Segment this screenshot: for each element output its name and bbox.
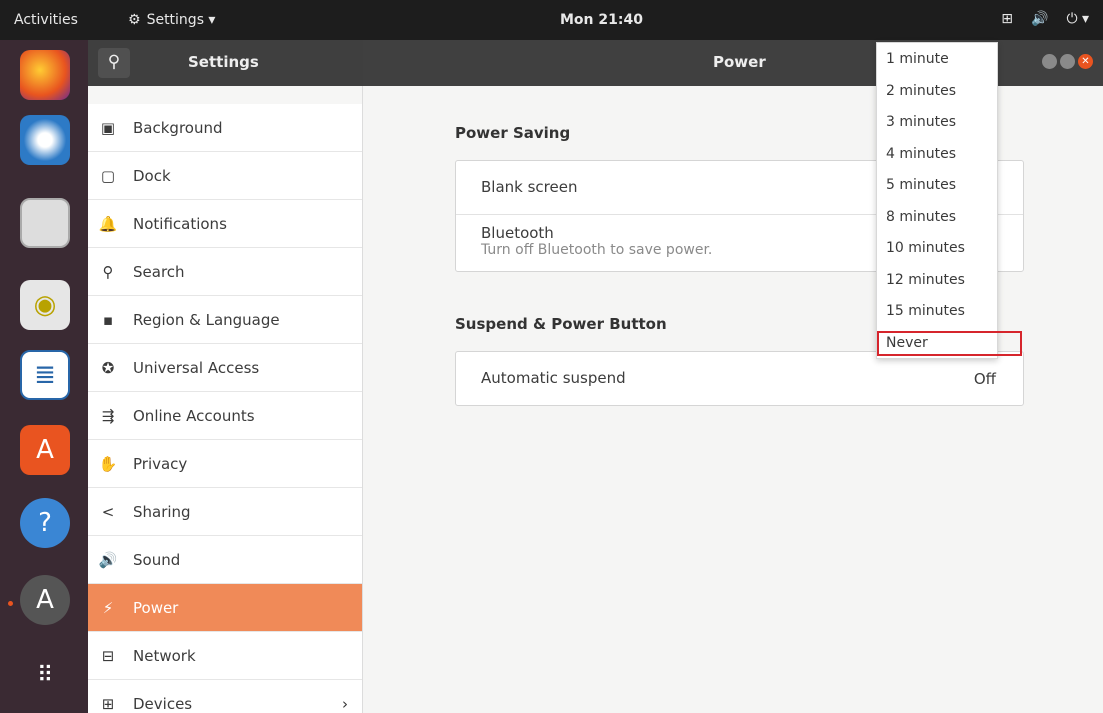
sidebar-item-privacy[interactable]: ✋ Privacy xyxy=(88,440,362,488)
show-apps-icon[interactable]: ⠿ xyxy=(20,650,70,700)
devices-icon: ⊞ xyxy=(101,694,115,713)
sidebar-item-label: Devices xyxy=(133,694,193,713)
suspend-heading: Suspend & Power Button xyxy=(455,315,667,333)
writer-icon[interactable]: ≣ xyxy=(20,350,70,400)
maximize-button[interactable] xyxy=(1060,54,1075,69)
background-icon: ▣ xyxy=(100,118,116,137)
search-icon: ⚲ xyxy=(102,262,114,281)
sidebar-item-region-language[interactable]: ▪ Region & Language xyxy=(88,296,362,344)
network-icon: ⊟ xyxy=(101,646,115,665)
option-3-minutes[interactable]: 3 minutes xyxy=(886,114,956,130)
sidebar-item-background[interactable]: ▣ Background xyxy=(88,104,362,152)
files-icon[interactable] xyxy=(20,198,70,248)
option-2-minutes[interactable]: 2 minutes xyxy=(886,83,956,99)
dock-icon: ▢ xyxy=(100,166,116,185)
minimize-button[interactable] xyxy=(1042,54,1057,69)
power-icon: ⚡ xyxy=(102,598,114,617)
window-controls: ✕ xyxy=(1042,54,1093,69)
sidebar-item-label: Notifications xyxy=(133,214,227,233)
search-icon: ⚲ xyxy=(107,52,121,72)
clock[interactable]: Mon 21:40 xyxy=(560,12,643,28)
automatic-suspend-label: Automatic suspend xyxy=(481,369,626,387)
software-center-icon[interactable]: A xyxy=(20,425,70,475)
universal-access-icon: ✪ xyxy=(101,358,115,377)
panel-title: Power xyxy=(713,53,766,71)
sidebar-item-label: Universal Access xyxy=(133,358,260,377)
never-option-highlight xyxy=(877,331,1022,356)
option-1-minute[interactable]: 1 minute xyxy=(886,51,949,67)
chevron-right-icon: › xyxy=(342,694,348,713)
camera-icon: ▪ xyxy=(102,310,114,329)
volume-icon: 🔊 xyxy=(1031,11,1049,27)
help-icon[interactable]: ? xyxy=(20,498,70,548)
blank-screen-label: Blank screen xyxy=(481,178,578,196)
sidebar-item-label: Search xyxy=(133,262,185,281)
bell-icon: 🔔 xyxy=(98,214,118,233)
app-menu-label: Settings ▾ xyxy=(146,12,216,28)
sidebar-item-devices[interactable]: ⊞ Devices › xyxy=(88,680,362,713)
sidebar-item-dock[interactable]: ▢ Dock xyxy=(88,152,362,200)
sidebar-item-label: Region & Language xyxy=(133,310,280,329)
thunderbird-icon[interactable] xyxy=(20,115,70,165)
rhythmbox-icon[interactable]: ◉ xyxy=(20,280,70,330)
system-tray[interactable]: ⊞ 🔊 ⏻ ▾ xyxy=(1001,11,1089,27)
sidebar-item-sharing[interactable]: < Sharing xyxy=(88,488,362,536)
speaker-icon: 🔊 xyxy=(98,550,118,569)
power-saving-heading: Power Saving xyxy=(455,124,571,142)
network-status-icon: ⊞ xyxy=(1001,11,1013,27)
sidebar-item-label: Power xyxy=(133,598,179,617)
settings-headerbar: ⚲ Settings xyxy=(88,40,363,86)
dock: ◉ ≣ A ? A ⠿ xyxy=(0,40,88,713)
sidebar-item-search[interactable]: ⚲ Search xyxy=(88,248,362,296)
option-12-minutes[interactable]: 12 minutes xyxy=(886,272,965,288)
activities-button[interactable]: Activities xyxy=(14,12,78,28)
option-10-minutes[interactable]: 10 minutes xyxy=(886,240,965,256)
sidebar-item-label: Background xyxy=(133,118,223,137)
sidebar-item-label: Privacy xyxy=(133,454,188,473)
online-accounts-icon: ⇶ xyxy=(101,406,115,425)
top-bar: Activities ⚙ Settings ▾ Mon 21:40 ⊞ 🔊 ⏻ … xyxy=(0,0,1103,40)
sidebar-item-network[interactable]: ⊟ Network xyxy=(88,632,362,680)
share-icon: < xyxy=(101,502,115,521)
sidebar-item-power[interactable]: ⚡ Power xyxy=(88,584,362,632)
updater-icon[interactable]: A xyxy=(20,575,70,625)
hand-icon: ✋ xyxy=(98,454,118,473)
automatic-suspend-value: Off xyxy=(973,370,996,388)
sidebar-item-label: Dock xyxy=(133,166,171,185)
suspend-frame: Automatic suspend Off xyxy=(455,351,1024,406)
sidebar-item-label: Sound xyxy=(133,550,181,569)
search-button[interactable]: ⚲ xyxy=(98,48,130,78)
option-4-minutes[interactable]: 4 minutes xyxy=(886,146,956,162)
sidebar-item-notifications[interactable]: 🔔 Notifications xyxy=(88,200,362,248)
close-button[interactable]: ✕ xyxy=(1078,54,1093,69)
option-15-minutes[interactable]: 15 minutes xyxy=(886,303,965,319)
sidebar-item-online-accounts[interactable]: ⇶ Online Accounts xyxy=(88,392,362,440)
automatic-suspend-row[interactable]: Automatic suspend Off xyxy=(456,352,1023,405)
sidebar-item-sound[interactable]: 🔊 Sound xyxy=(88,536,362,584)
sidebar-item-universal-access[interactable]: ✪ Universal Access xyxy=(88,344,362,392)
blank-screen-dropdown: 1 minute 2 minutes 3 minutes 4 minutes 5… xyxy=(876,42,998,359)
running-indicator xyxy=(8,601,13,606)
settings-title: Settings xyxy=(188,53,259,71)
sidebar-item-label: Online Accounts xyxy=(133,406,255,425)
settings-sidebar: ▣ Background ▢ Dock 🔔 Notifications ⚲ Se… xyxy=(88,86,363,713)
sidebar-item-label: Sharing xyxy=(133,502,191,521)
app-menu[interactable]: ⚙ Settings ▾ xyxy=(128,12,215,28)
option-5-minutes[interactable]: 5 minutes xyxy=(886,177,956,193)
firefox-icon[interactable] xyxy=(20,50,70,100)
settings-gear-icon: ⚙ xyxy=(128,12,141,28)
option-8-minutes[interactable]: 8 minutes xyxy=(886,209,956,225)
sidebar-item-label: Network xyxy=(133,646,196,665)
power-menu-icon: ⏻ ▾ xyxy=(1066,11,1089,27)
